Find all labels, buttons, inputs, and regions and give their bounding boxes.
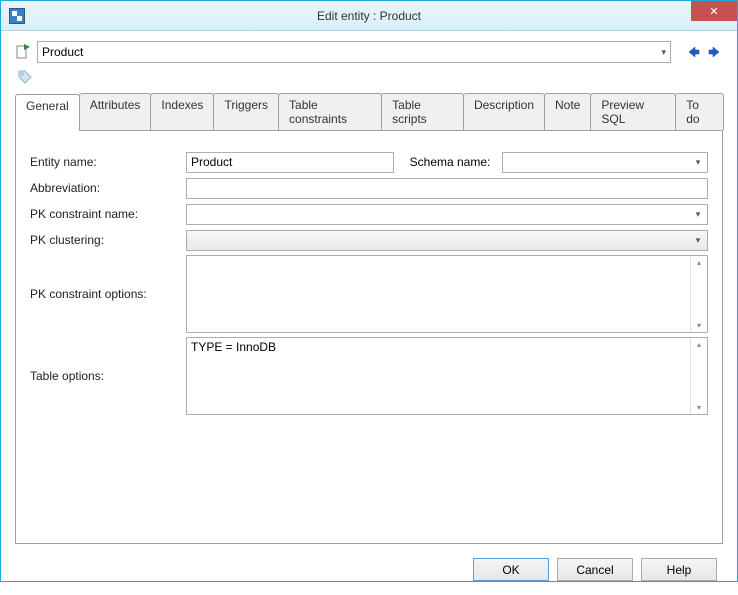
- toolbar: Product ▾: [1, 31, 737, 67]
- pk-clustering-select[interactable]: ▾: [186, 230, 708, 251]
- cancel-button[interactable]: Cancel: [557, 558, 633, 581]
- pk-constraint-options-input[interactable]: ▴▾: [186, 255, 708, 333]
- table-options-textarea[interactable]: [187, 338, 690, 414]
- button-bar: OK Cancel Help: [1, 558, 737, 595]
- tab-to-do[interactable]: To do: [675, 93, 724, 130]
- tab-general[interactable]: General: [15, 94, 80, 131]
- tab-triggers[interactable]: Triggers: [213, 93, 279, 130]
- tabs: General Attributes Indexes Triggers Tabl…: [15, 93, 723, 130]
- tab-description[interactable]: Description: [463, 93, 545, 130]
- table-options-label: Table options:: [30, 369, 186, 383]
- pk-constraint-name-select[interactable]: ▾: [186, 204, 708, 225]
- entity-selector[interactable]: Product ▾: [37, 41, 671, 63]
- pk-constraint-name-label: PK constraint name:: [30, 207, 186, 221]
- window-title: Edit entity : Product: [25, 9, 737, 23]
- tab-indexes[interactable]: Indexes: [150, 93, 214, 130]
- prev-entity-button[interactable]: [685, 44, 701, 60]
- entity-selector-value: Product: [42, 45, 83, 59]
- scrollbar[interactable]: ▴▾: [690, 256, 707, 332]
- tab-table-constraints[interactable]: Table constraints: [278, 93, 382, 130]
- pk-constraint-options-textarea[interactable]: [187, 256, 690, 332]
- tab-note[interactable]: Note: [544, 93, 591, 130]
- schema-name-label: Schema name:: [410, 155, 491, 169]
- ok-button[interactable]: OK: [473, 558, 549, 581]
- entity-name-label: Entity name:: [30, 155, 186, 169]
- tab-table-scripts[interactable]: Table scripts: [381, 93, 464, 130]
- close-button[interactable]: ✕: [691, 1, 737, 21]
- chevron-down-icon: ▾: [691, 209, 705, 220]
- table-options-input[interactable]: ▴▾: [186, 337, 708, 415]
- pk-clustering-label: PK clustering:: [30, 233, 186, 247]
- chevron-down-icon[interactable]: ▾: [691, 157, 705, 168]
- tab-panel-general: Entity name: Schema name: ▾ Abbreviation…: [15, 130, 723, 544]
- titlebar: Edit entity : Product ✕: [1, 1, 737, 31]
- tab-preview-sql[interactable]: Preview SQL: [590, 93, 676, 130]
- chevron-down-icon: ▾: [661, 47, 666, 58]
- scrollbar[interactable]: ▴▾: [690, 338, 707, 414]
- abbreviation-label: Abbreviation:: [30, 181, 186, 195]
- chevron-down-icon: ▾: [691, 235, 705, 246]
- abbreviation-input[interactable]: [186, 178, 708, 199]
- pk-constraint-options-label: PK constraint options:: [30, 287, 186, 301]
- tab-attributes[interactable]: Attributes: [79, 93, 152, 130]
- tag-row: [1, 67, 737, 93]
- help-button[interactable]: Help: [641, 558, 717, 581]
- tag-icon[interactable]: [17, 69, 33, 85]
- app-icon: [9, 8, 25, 24]
- new-entity-icon[interactable]: [15, 44, 31, 60]
- next-entity-button[interactable]: [707, 44, 723, 60]
- entity-name-input[interactable]: [186, 152, 394, 173]
